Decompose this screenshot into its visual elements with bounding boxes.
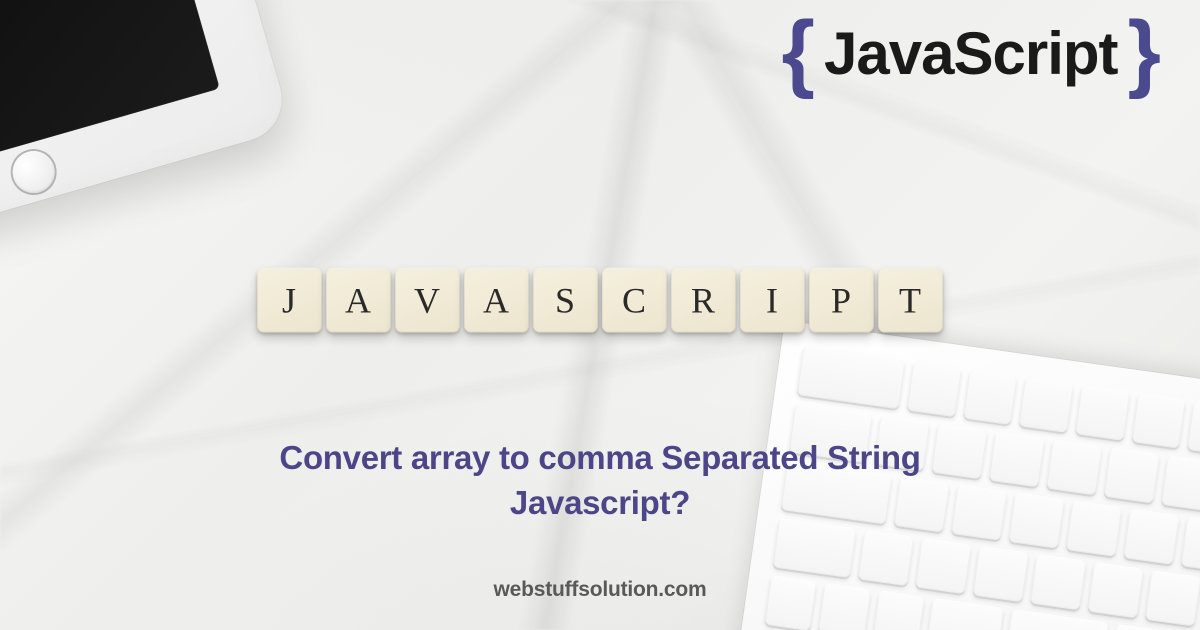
keyboard-key — [1066, 500, 1122, 556]
keyboard-key — [915, 538, 971, 594]
keyboard-key — [1104, 447, 1160, 503]
keyboard-key — [1075, 384, 1130, 440]
keyboard-key — [1087, 562, 1143, 618]
keyboard-key — [1131, 392, 1186, 448]
letter-tile: A — [464, 268, 529, 333]
letter-tile: C — [602, 268, 667, 333]
letter-tile: V — [395, 268, 460, 333]
letter-tile: T — [878, 268, 943, 333]
keyboard-key — [973, 546, 1029, 602]
letter-tile: P — [809, 268, 874, 333]
keyboard-key — [989, 431, 1045, 487]
keyboard-key — [926, 598, 1004, 630]
keyboard-key — [1181, 516, 1200, 572]
javascript-logo: { JavaScript } — [782, 24, 1160, 84]
keyboard-key — [1008, 492, 1064, 548]
keyboard-key — [963, 369, 1018, 425]
letter-tile: J — [257, 268, 322, 333]
keyboard-key — [1123, 508, 1179, 564]
letter-tile: S — [533, 268, 598, 333]
keyboard-key — [858, 530, 914, 586]
letter-tile: R — [671, 268, 736, 333]
logo-word: JavaScript — [814, 24, 1128, 84]
keyboard-key — [818, 583, 871, 630]
brace-close-icon: } — [1128, 22, 1160, 82]
keyboard-key — [1161, 455, 1200, 511]
keyboard-key — [872, 590, 925, 630]
keyboard-key — [1046, 439, 1102, 495]
keyboard-key — [772, 518, 856, 578]
keyboard-key — [1019, 377, 1074, 433]
letter-tile: A — [326, 268, 391, 333]
scrabble-tiles-row: J A V A S C R I P T — [257, 268, 943, 333]
keyboard-key — [907, 361, 962, 417]
keyboard-key — [1145, 570, 1200, 626]
keyboard-key — [797, 345, 906, 409]
keyboard-key — [1030, 554, 1086, 610]
letter-tile: I — [740, 268, 805, 333]
keyboard-key — [764, 575, 817, 630]
article-title: Convert array to comma Separated String … — [210, 436, 990, 525]
site-url: webstuffsolution.com — [494, 578, 707, 602]
keyboard-key — [1187, 400, 1200, 456]
brace-open-icon: { — [782, 22, 814, 82]
